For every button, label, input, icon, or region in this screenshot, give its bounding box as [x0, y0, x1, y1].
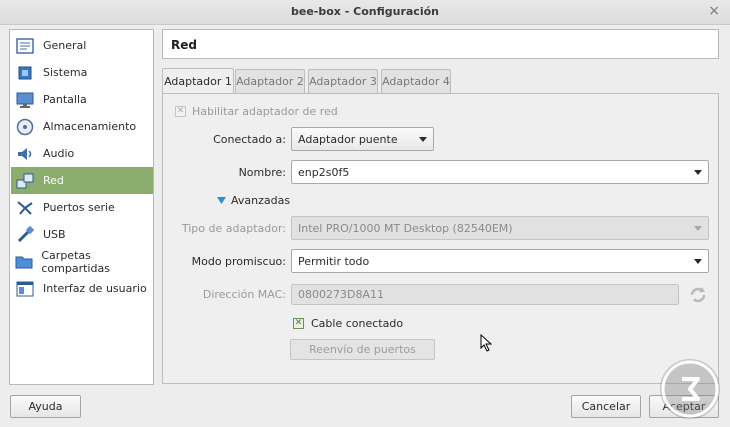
- sidebar-item-label: Almacenamiento: [43, 120, 137, 133]
- adapter-type-label: Tipo de adaptador:: [181, 222, 286, 235]
- close-icon[interactable]: ×: [708, 3, 720, 19]
- network-icon: [15, 171, 35, 191]
- sidebar-item-general[interactable]: General: [11, 32, 153, 59]
- sidebar-item-usb[interactable]: USB: [11, 221, 153, 248]
- usb-icon: [15, 225, 35, 245]
- sidebar-item-audio[interactable]: Audio: [11, 140, 153, 167]
- chevron-down-icon: [694, 259, 702, 264]
- sidebar-item-label: Pantalla: [43, 93, 87, 106]
- help-button[interactable]: Ayuda: [10, 395, 81, 418]
- cable-connected-checkbox[interactable]: ✕: [293, 318, 304, 329]
- mouse-cursor-icon: [480, 334, 492, 352]
- name-select[interactable]: enp2s0f5: [291, 160, 709, 184]
- display-monitor-icon: [15, 90, 35, 110]
- attached-to-label: Conectado a:: [213, 133, 286, 146]
- sidebar-item-label: Interfaz de usuario: [43, 282, 147, 295]
- enable-adapter-checkbox[interactable]: ✕: [175, 106, 186, 117]
- title-bar: bee-box - Configuración ×: [0, 0, 730, 25]
- folder-icon: [15, 252, 33, 272]
- name-label: Nombre:: [238, 166, 286, 179]
- attached-to-select[interactable]: Adaptador puente: [291, 127, 434, 151]
- name-value: enp2s0f5: [298, 165, 350, 179]
- expand-arrow-icon: [217, 197, 226, 204]
- chevron-down-icon: [694, 170, 702, 175]
- storage-disk-icon: [15, 117, 35, 137]
- sidebar-item-label: Carpetas compartidas: [41, 248, 110, 275]
- mac-value: 0800273D8A11: [298, 288, 384, 301]
- advanced-toggle[interactable]: Avanzadas: [217, 194, 290, 207]
- sidebar-item-label: USB: [43, 228, 66, 241]
- promiscuous-select[interactable]: Permitir todo: [291, 249, 709, 273]
- tab-adaptador-3[interactable]: Adaptador 3: [308, 69, 378, 93]
- sidebar-item-carpetas-compartidas[interactable]: Carpetas compartidas: [11, 248, 153, 275]
- watermark-logo: [660, 359, 720, 419]
- sidebar-item-label: Sistema: [43, 66, 88, 79]
- tab-adaptador-2[interactable]: Adaptador 2: [235, 69, 305, 93]
- mac-field[interactable]: 0800273D8A11: [291, 284, 679, 305]
- port-forwarding-button[interactable]: Reenvío de puertos: [290, 339, 435, 360]
- cable-connected-label: Cable conectado: [311, 317, 404, 330]
- sidebar-item-pantalla[interactable]: Pantalla: [11, 86, 153, 113]
- tab-adaptador-1[interactable]: Adaptador 1: [162, 68, 234, 94]
- adapter-type-value: Intel PRO/1000 MT Desktop (82540EM): [298, 221, 513, 235]
- chevron-down-icon: [694, 226, 702, 231]
- sidebar-item-label: General: [43, 39, 87, 52]
- sidebar-item-red[interactable]: Red: [11, 167, 153, 194]
- sidebar-item-label: Red: [43, 174, 64, 187]
- attached-to-value: Adaptador puente: [298, 132, 398, 146]
- section-title: Red: [171, 38, 197, 52]
- cancel-button[interactable]: Cancelar: [571, 395, 641, 418]
- tab-adaptador-4[interactable]: Adaptador 4: [381, 69, 451, 93]
- sidebar-item-puertos-serie[interactable]: Puertos serie: [11, 194, 153, 221]
- sidebar-item-label: Puertos serie: [43, 201, 115, 214]
- window-title: bee-box - Configuración: [291, 5, 439, 18]
- ui-window-icon: [15, 279, 35, 299]
- sidebar-item-sistema[interactable]: Sistema: [11, 59, 153, 86]
- chevron-down-icon: [419, 137, 427, 142]
- sidebar-item-almacenamiento[interactable]: Almacenamiento: [11, 113, 153, 140]
- serial-port-icon: [15, 198, 35, 218]
- refresh-mac-icon[interactable]: [688, 285, 708, 308]
- system-chip-icon: [15, 63, 35, 83]
- settings-sidebar: General Sistema Pantalla Almacenamiento …: [9, 29, 154, 385]
- promiscuous-value: Permitir todo: [298, 254, 370, 268]
- promiscuous-label: Modo promiscuo:: [191, 255, 286, 268]
- enable-adapter-label: Habilitar adaptador de red: [192, 105, 338, 118]
- speaker-icon: [15, 144, 35, 164]
- advanced-label: Avanzadas: [231, 194, 291, 207]
- sidebar-item-label: Audio: [43, 147, 75, 160]
- sidebar-item-interfaz-de-usuario[interactable]: Interfaz de usuario: [11, 275, 153, 302]
- section-header: Red: [162, 29, 719, 59]
- general-icon: [15, 36, 35, 56]
- adapter-type-select[interactable]: Intel PRO/1000 MT Desktop (82540EM): [291, 216, 709, 240]
- mac-label: Dirección MAC:: [202, 288, 286, 301]
